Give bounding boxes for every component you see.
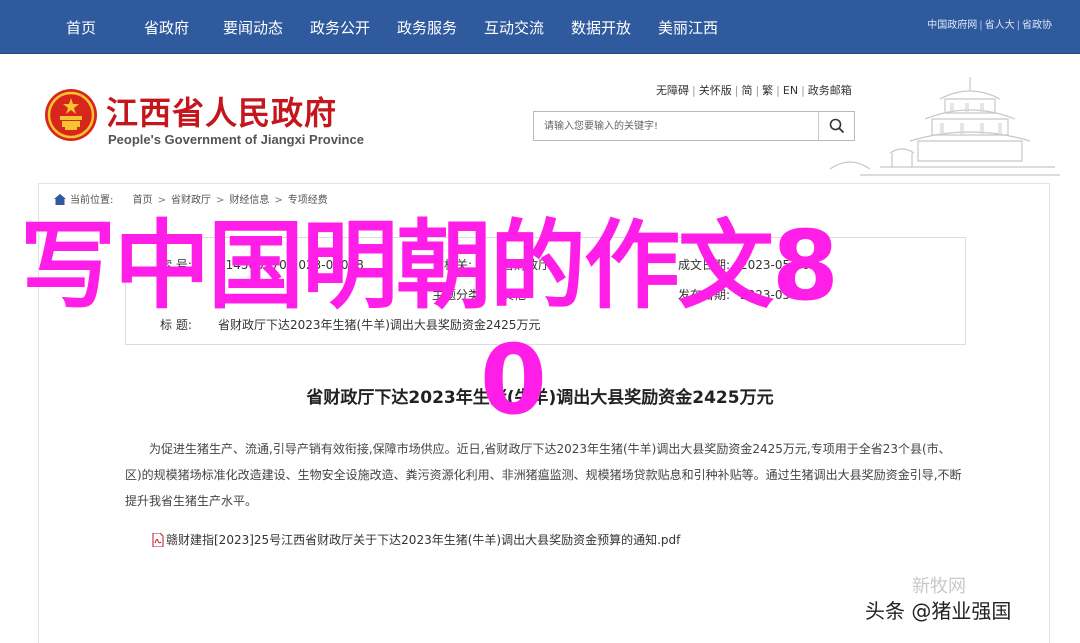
meta-issued-value: 2023-05-30 (740, 288, 810, 302)
nav-item-province-gov[interactable]: 省政府 (144, 18, 189, 38)
nav-item-interaction[interactable]: 互动交流 (484, 18, 544, 38)
link-provincial-cppcc[interactable]: 省政协 (1022, 20, 1052, 31)
breadcrumb-finance-dept[interactable]: 省财政厅 (171, 195, 211, 206)
meta-issued-label: 发布日期: (678, 288, 731, 302)
meta-org-label: 文机关: (432, 258, 473, 272)
article-title: 省财政厅下达2023年生猪(牛羊)调出大县奖励资金2425万元 (306, 388, 774, 408)
nav-item-gov-affairs[interactable]: 政务公开 (310, 18, 370, 38)
article-body: 为促进生猪生产、流通,引导产销有效衔接,保障市场供应。近日,省财政厅下达2023… (125, 442, 962, 508)
meta-index-label: 索 号: (160, 258, 192, 272)
meta-category-label: 主题分类: (432, 288, 485, 302)
breadcrumb-special-funds[interactable]: 专项经费 (288, 195, 328, 206)
nav-item-home[interactable]: 首页 (66, 18, 96, 38)
link-care-version[interactable]: 关怀版 (699, 84, 732, 97)
breadcrumb-finance-info[interactable]: 财经信息 (229, 195, 269, 206)
search-input[interactable] (534, 112, 819, 140)
meta-date-value: 2023-05-30 (740, 258, 810, 272)
top-nav-bar: 首页 省政府 要闻动态 政务公开 政务服务 互动交流 数据开放 美丽江西 中国政… (0, 0, 1080, 54)
link-provincial-congress[interactable]: 省人大 (985, 20, 1015, 31)
nav-item-open-data[interactable]: 数据开放 (571, 18, 631, 38)
pavilion-illustration-icon (829, 77, 1060, 176)
meta-row-2: 主题分类: 其他 发布日期: 2023-05-30 (126, 280, 965, 310)
attachment-filename[interactable]: 赣财建指[2023]25号江西省财政厅关于下达2023年生猪(牛羊)调出大县奖励… (166, 533, 680, 547)
site-header: 江西省人民政府 People's Government of Jiangxi P… (0, 55, 1080, 183)
home-icon (54, 194, 66, 205)
national-emblem-icon[interactable] (44, 88, 98, 142)
watermark-xinmu: 新牧网 (912, 576, 966, 597)
meta-date-label: 成文日期: (678, 258, 731, 272)
breadcrumb-label: 当前位置: (70, 195, 114, 206)
nav-item-news[interactable]: 要闻动态 (223, 18, 283, 38)
attachment-link[interactable]: 赣财建指[2023]25号江西省财政厅关于下达2023年生猪(牛羊)调出大县奖励… (152, 530, 680, 550)
nav-item-beautiful-jiangxi[interactable]: 美丽江西 (658, 18, 718, 38)
meta-category-value: 其他 (502, 288, 527, 302)
meta-title-label: 标 题: (160, 318, 192, 332)
watermark-toutiao: 头条 @猪业强国 (865, 599, 1012, 623)
site-subtitle: People's Government of Jiangxi Province (108, 132, 364, 147)
nav-item-services[interactable]: 政务服务 (397, 18, 457, 38)
link-china-gov[interactable]: 中国政府网 (927, 20, 977, 31)
meta-row-1: 索 号: 014500970/2023-00028 文机关: 省财政厅 成文日期… (126, 250, 965, 280)
link-simplified[interactable]: 简 (741, 84, 752, 97)
external-links: 中国政府网 | 省人大 | 省政协 (927, 20, 1052, 31)
breadcrumb: 当前位置: 首页 > 省财政厅 > 财经信息 > 专项经费 (54, 193, 328, 209)
link-accessibility[interactable]: 无障碍 (656, 84, 689, 97)
search-box (533, 111, 855, 141)
breadcrumb-home[interactable]: 首页 (133, 195, 153, 206)
meta-org-value: 省财政厅 (502, 258, 551, 272)
link-traditional[interactable]: 繁 (762, 84, 773, 97)
site-title[interactable]: 江西省人民政府 (106, 88, 337, 134)
meta-row-3: 标 题: 省财政厅下达2023年生猪(牛羊)调出大县奖励资金2425万元 (126, 310, 965, 340)
meta-title-value: 省财政厅下达2023年生猪(牛羊)调出大县奖励资金2425万元 (218, 318, 541, 332)
document-meta-table: 索 号: 014500970/2023-00028 文机关: 省财政厅 成文日期… (125, 237, 966, 345)
pdf-icon (152, 533, 164, 547)
meta-index-value: 014500970/2023-00028 (218, 258, 364, 272)
link-english[interactable]: EN (783, 84, 798, 97)
